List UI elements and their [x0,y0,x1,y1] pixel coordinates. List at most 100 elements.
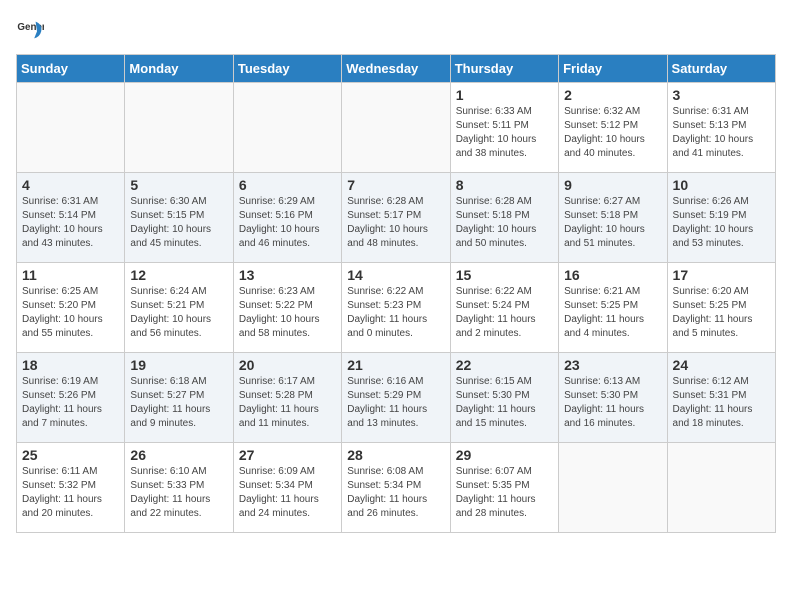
col-header-sunday: Sunday [17,55,125,83]
page-header: General [16,16,776,44]
day-number: 15 [456,267,553,283]
day-number: 20 [239,357,336,373]
day-info: Sunrise: 6:33 AM Sunset: 5:11 PM Dayligh… [456,105,553,161]
logo: General [16,16,48,44]
day-number: 29 [456,447,553,463]
calendar-cell: 3 Sunrise: 6:31 AM Sunset: 5:13 PM Daylig… [667,83,775,173]
calendar-cell: 22 Sunrise: 6:15 AM Sunset: 5:30 PM Dayli… [450,353,558,443]
day-info: Sunrise: 6:19 AM Sunset: 5:26 PM Dayligh… [22,375,119,431]
day-info: Sunrise: 6:13 AM Sunset: 5:30 PM Dayligh… [564,375,661,431]
col-header-friday: Friday [559,55,667,83]
calendar-cell: 2 Sunrise: 6:32 AM Sunset: 5:12 PM Daylig… [559,83,667,173]
day-info: Sunrise: 6:31 AM Sunset: 5:13 PM Dayligh… [673,105,770,161]
day-number: 16 [564,267,661,283]
calendar-cell: 15 Sunrise: 6:22 AM Sunset: 5:24 PM Dayli… [450,263,558,353]
calendar-cell: 1 Sunrise: 6:33 AM Sunset: 5:11 PM Daylig… [450,83,558,173]
day-number: 11 [22,267,119,283]
day-number: 14 [347,267,444,283]
col-header-monday: Monday [125,55,233,83]
calendar-cell: 16 Sunrise: 6:21 AM Sunset: 5:25 PM Dayli… [559,263,667,353]
day-info: Sunrise: 6:26 AM Sunset: 5:19 PM Dayligh… [673,195,770,251]
calendar-cell [233,83,341,173]
day-number: 24 [673,357,770,373]
day-number: 28 [347,447,444,463]
calendar-cell: 19 Sunrise: 6:18 AM Sunset: 5:27 PM Dayli… [125,353,233,443]
calendar-cell: 18 Sunrise: 6:19 AM Sunset: 5:26 PM Dayli… [17,353,125,443]
calendar-cell: 11 Sunrise: 6:25 AM Sunset: 5:20 PM Dayli… [17,263,125,353]
day-info: Sunrise: 6:29 AM Sunset: 5:16 PM Dayligh… [239,195,336,251]
calendar-cell: 6 Sunrise: 6:29 AM Sunset: 5:16 PM Daylig… [233,173,341,263]
calendar-cell: 5 Sunrise: 6:30 AM Sunset: 5:15 PM Daylig… [125,173,233,263]
day-number: 19 [130,357,227,373]
day-info: Sunrise: 6:30 AM Sunset: 5:15 PM Dayligh… [130,195,227,251]
day-info: Sunrise: 6:07 AM Sunset: 5:35 PM Dayligh… [456,465,553,521]
calendar-cell [342,83,450,173]
calendar-cell: 25 Sunrise: 6:11 AM Sunset: 5:32 PM Dayli… [17,443,125,533]
calendar-cell: 8 Sunrise: 6:28 AM Sunset: 5:18 PM Daylig… [450,173,558,263]
day-info: Sunrise: 6:22 AM Sunset: 5:23 PM Dayligh… [347,285,444,341]
day-info: Sunrise: 6:20 AM Sunset: 5:25 PM Dayligh… [673,285,770,341]
day-number: 5 [130,177,227,193]
day-number: 13 [239,267,336,283]
day-info: Sunrise: 6:27 AM Sunset: 5:18 PM Dayligh… [564,195,661,251]
calendar-cell [667,443,775,533]
col-header-tuesday: Tuesday [233,55,341,83]
calendar-cell: 29 Sunrise: 6:07 AM Sunset: 5:35 PM Dayli… [450,443,558,533]
day-info: Sunrise: 6:22 AM Sunset: 5:24 PM Dayligh… [456,285,553,341]
calendar-cell: 28 Sunrise: 6:08 AM Sunset: 5:34 PM Dayli… [342,443,450,533]
day-info: Sunrise: 6:10 AM Sunset: 5:33 PM Dayligh… [130,465,227,521]
col-header-thursday: Thursday [450,55,558,83]
day-info: Sunrise: 6:09 AM Sunset: 5:34 PM Dayligh… [239,465,336,521]
day-number: 3 [673,87,770,103]
day-info: Sunrise: 6:21 AM Sunset: 5:25 PM Dayligh… [564,285,661,341]
day-number: 10 [673,177,770,193]
day-number: 1 [456,87,553,103]
calendar-cell: 21 Sunrise: 6:16 AM Sunset: 5:29 PM Dayli… [342,353,450,443]
day-number: 22 [456,357,553,373]
calendar-cell: 27 Sunrise: 6:09 AM Sunset: 5:34 PM Dayli… [233,443,341,533]
day-number: 4 [22,177,119,193]
calendar-cell: 9 Sunrise: 6:27 AM Sunset: 5:18 PM Daylig… [559,173,667,263]
day-number: 8 [456,177,553,193]
day-number: 6 [239,177,336,193]
day-number: 2 [564,87,661,103]
col-header-wednesday: Wednesday [342,55,450,83]
calendar-cell: 14 Sunrise: 6:22 AM Sunset: 5:23 PM Dayli… [342,263,450,353]
calendar-cell: 24Sunrise: 6:12 AM Sunset: 5:31 PM Dayli… [667,353,775,443]
day-info: Sunrise: 6:17 AM Sunset: 5:28 PM Dayligh… [239,375,336,431]
calendar-table: SundayMondayTuesdayWednesdayThursdayFrid… [16,54,776,533]
day-info: Sunrise: 6:28 AM Sunset: 5:18 PM Dayligh… [456,195,553,251]
day-info: Sunrise: 6:23 AM Sunset: 5:22 PM Dayligh… [239,285,336,341]
calendar-cell: 4 Sunrise: 6:31 AM Sunset: 5:14 PM Daylig… [17,173,125,263]
day-info: Sunrise: 6:18 AM Sunset: 5:27 PM Dayligh… [130,375,227,431]
day-number: 25 [22,447,119,463]
day-info: Sunrise: 6:24 AM Sunset: 5:21 PM Dayligh… [130,285,227,341]
day-info: Sunrise: 6:08 AM Sunset: 5:34 PM Dayligh… [347,465,444,521]
calendar-cell: 17 Sunrise: 6:20 AM Sunset: 5:25 PM Dayli… [667,263,775,353]
day-number: 21 [347,357,444,373]
day-info: Sunrise: 6:11 AM Sunset: 5:32 PM Dayligh… [22,465,119,521]
day-number: 12 [130,267,227,283]
day-number: 26 [130,447,227,463]
col-header-saturday: Saturday [667,55,775,83]
calendar-cell: 23 Sunrise: 6:13 AM Sunset: 5:30 PM Dayli… [559,353,667,443]
day-number: 9 [564,177,661,193]
day-number: 18 [22,357,119,373]
day-number: 23 [564,357,661,373]
calendar-cell: 20 Sunrise: 6:17 AM Sunset: 5:28 PM Dayli… [233,353,341,443]
day-info: Sunrise: 6:15 AM Sunset: 5:30 PM Dayligh… [456,375,553,431]
day-info: Sunrise: 6:25 AM Sunset: 5:20 PM Dayligh… [22,285,119,341]
day-info: Sunrise: 6:16 AM Sunset: 5:29 PM Dayligh… [347,375,444,431]
day-info: Sunrise: 6:31 AM Sunset: 5:14 PM Dayligh… [22,195,119,251]
calendar-cell [125,83,233,173]
day-number: 27 [239,447,336,463]
calendar-cell [559,443,667,533]
calendar-cell: 26 Sunrise: 6:10 AM Sunset: 5:33 PM Dayli… [125,443,233,533]
calendar-cell: 13 Sunrise: 6:23 AM Sunset: 5:22 PM Dayli… [233,263,341,353]
day-number: 17 [673,267,770,283]
calendar-cell: 10 Sunrise: 6:26 AM Sunset: 5:19 PM Dayli… [667,173,775,263]
day-info: Sunrise: 6:28 AM Sunset: 5:17 PM Dayligh… [347,195,444,251]
calendar-cell [17,83,125,173]
day-number: 7 [347,177,444,193]
day-info: Sunrise: 6:32 AM Sunset: 5:12 PM Dayligh… [564,105,661,161]
